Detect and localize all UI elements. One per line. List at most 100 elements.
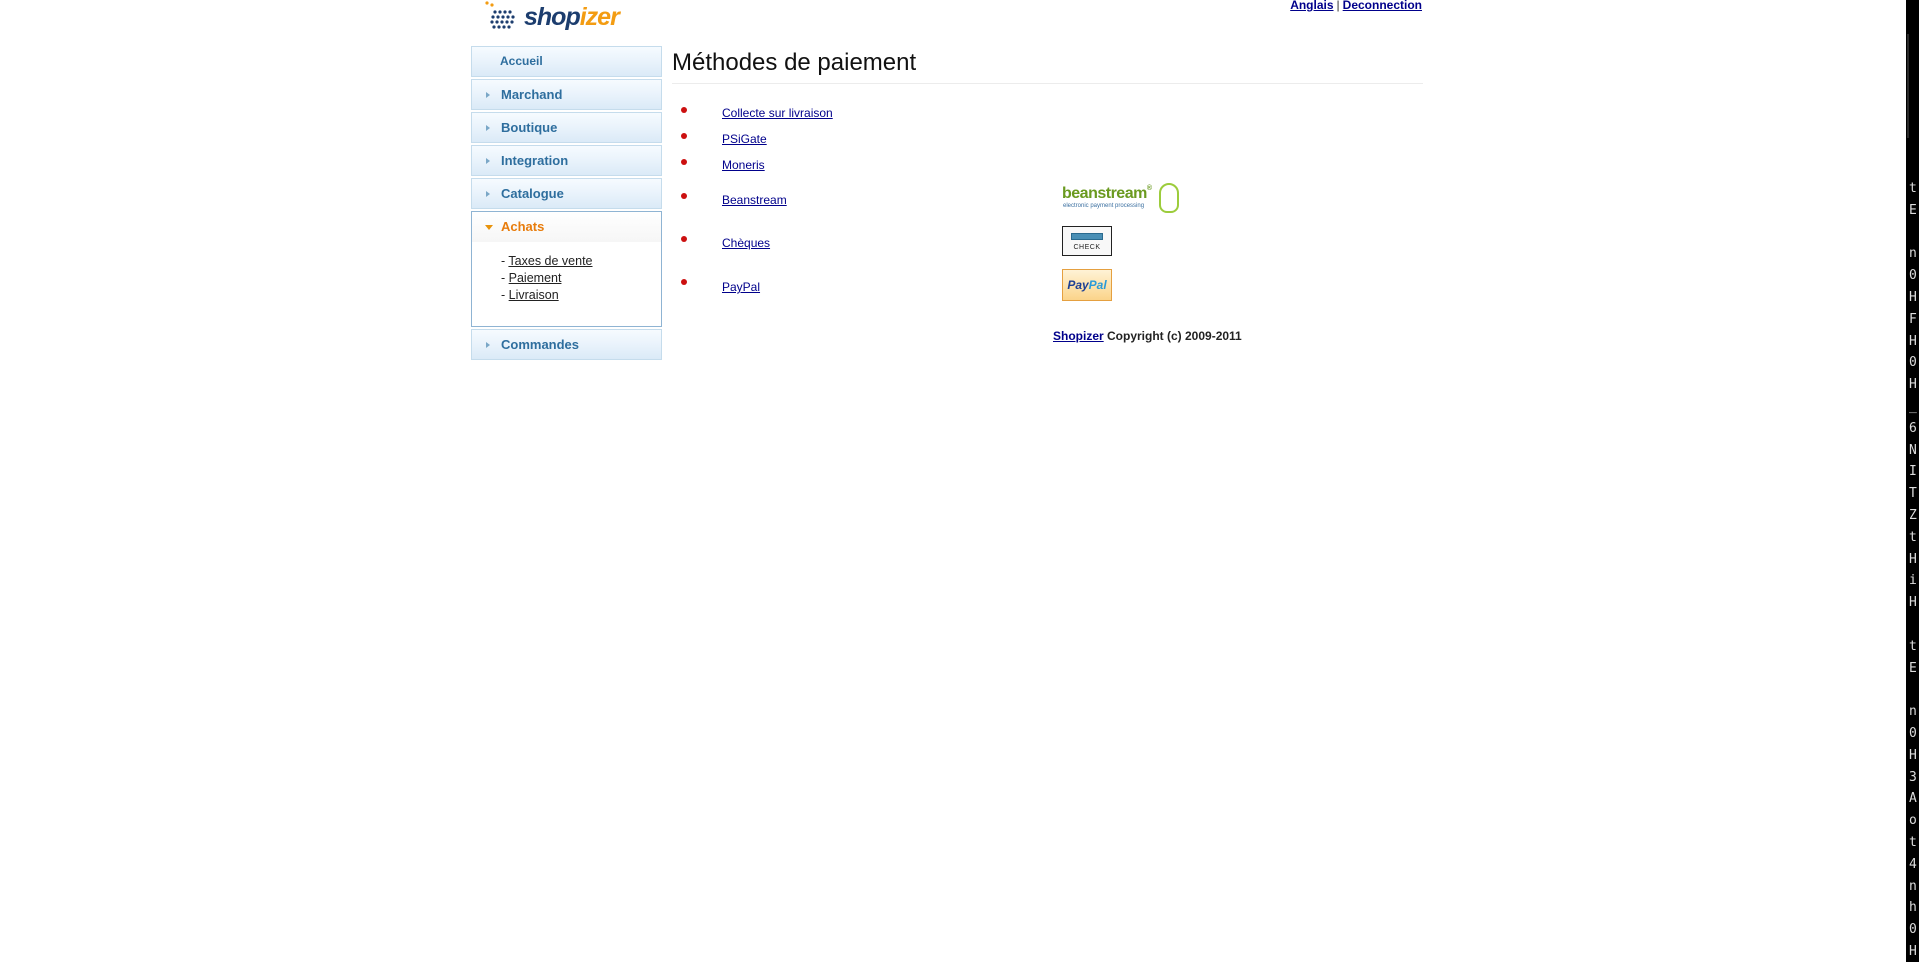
payment-method-link[interactable]: Beanstream (722, 193, 787, 207)
language-link[interactable]: Anglais (1290, 0, 1333, 12)
beanstream-logo-word: beanstream® (1062, 185, 1152, 202)
terminal-char: 0 (1909, 725, 1917, 741)
terminal-scrollbar[interactable] (1907, 34, 1909, 138)
top-links: Anglais | Deconnection (1280, 0, 1422, 14)
terminal-char: H (1909, 943, 1917, 959)
check-logo: CHECK (1062, 226, 1112, 256)
logo-suffix: izer (579, 3, 620, 31)
terminal-strip: t En 0 H F H 0 H _ 6 N I T Zt Hi Ht En 0 H 3 Ao t 4 n h 0 H (1906, 0, 1919, 962)
logo-prefix: shop (524, 3, 581, 31)
sidebar-item-boutique[interactable]: Boutique (471, 112, 662, 143)
terminal-char: E (1909, 202, 1917, 218)
payment-method-link[interactable]: Collecte sur livraison (722, 106, 833, 120)
terminal-char: I (1909, 464, 1917, 480)
terminal-char: Z (1909, 507, 1917, 523)
terminal-char: 0 (1909, 922, 1917, 938)
submenu-item: - Paiement (501, 270, 661, 287)
terminal-char: A (1909, 791, 1917, 807)
submenu-dash: - (501, 271, 509, 285)
footer-copyright-text: Copyright (c) 2009-2011 (1103, 329, 1242, 343)
terminal-char: H (1909, 289, 1917, 305)
sidebar-item-catalogue[interactable]: Catalogue (471, 178, 662, 209)
top-links-separator: | (1336, 0, 1340, 12)
sidebar-item-commandes[interactable]: Commandes (471, 329, 662, 360)
terminal-char (1909, 222, 1919, 244)
submenu-link-taxes[interactable]: Taxes de vente (508, 254, 592, 268)
check-logo-text: CHECK (1073, 244, 1101, 251)
payment-method-row: Beanstream beanstream® electronic paymen… (672, 183, 1423, 215)
terminal-char: N (1909, 442, 1917, 458)
terminal-char: H (1909, 595, 1917, 611)
sidebar-item-integration[interactable]: Integration (471, 145, 662, 176)
terminal-char: 6 (1909, 420, 1917, 436)
terminal-char: i (1909, 573, 1917, 589)
bullet-icon (681, 193, 687, 199)
chevron-right-icon (486, 342, 490, 348)
check-logo-bar (1071, 233, 1103, 240)
terminal-char: 0 (1909, 355, 1917, 371)
payment-method-link[interactable]: PSiGate (722, 132, 767, 146)
payment-method-link[interactable]: Chèques (722, 236, 770, 250)
terminal-char: n (1909, 704, 1917, 720)
bullet-icon (681, 107, 687, 113)
terminal-char: n (1909, 246, 1917, 262)
sidebar-item-label: Accueil (500, 54, 543, 68)
terminal-char: H (1909, 747, 1917, 763)
main-content: Méthodes de paiement Collecte sur livrai… (672, 46, 1423, 343)
terminal-char: h (1909, 900, 1917, 916)
submenu-dash: - (501, 288, 509, 302)
chevron-right-icon (486, 125, 490, 131)
sidebar-item-label: Marchand (501, 87, 563, 102)
terminal-char: 0 (1909, 268, 1917, 284)
terminal-char: H (1909, 377, 1917, 393)
beanstream-logo-subtitle: electronic payment processing (1063, 203, 1145, 209)
logo-dots-icon (485, 1, 515, 29)
submenu-link-paiement[interactable]: Paiement (509, 271, 562, 285)
payment-method-link[interactable]: PayPal (722, 280, 760, 294)
terminal-text: t En 0 H F H 0 H _ 6 N I T Zt Hi Ht En 0 H 3 Ao t 4 n h 0 H (1909, 178, 1919, 963)
logout-link[interactable]: Deconnection (1343, 0, 1422, 12)
terminal-char: t (1909, 181, 1917, 196)
footer-shopizer-link[interactable]: Shopizer (1053, 329, 1104, 343)
bullet-icon (681, 279, 687, 285)
sidebar-item-accueil[interactable]: Accueil (471, 46, 662, 77)
sidebar-item-label: Integration (501, 153, 569, 168)
submenu-item: - Taxes de vente (501, 253, 661, 270)
terminal-char (1909, 614, 1919, 636)
footer-copyright: Shopizer Copyright (c) 2009-2011 (1053, 329, 1242, 343)
bullet-icon (681, 236, 687, 242)
sidebar-item-achats[interactable]: Achats (471, 211, 662, 242)
sidebar-item-label: Boutique (501, 120, 558, 135)
beanstream-mascot-icon (1159, 183, 1179, 213)
page-title: Méthodes de paiement (672, 46, 1423, 84)
shopizer-logo[interactable]: shopizer (482, 0, 620, 34)
terminal-char: H (1909, 551, 1917, 567)
chevron-right-icon (486, 92, 490, 98)
payment-method-row: Chèques CHECK (672, 226, 1423, 256)
terminal-char: t (1909, 834, 1917, 850)
beanstream-logo: beanstream® electronic payment processin… (1062, 183, 1182, 215)
terminal-char: E (1909, 660, 1917, 676)
sidebar-item-label: Commandes (501, 337, 580, 352)
terminal-char: 3 (1909, 769, 1917, 785)
submenu-link-livraison[interactable]: Livraison (509, 288, 559, 302)
chevron-down-icon (485, 225, 493, 230)
terminal-char: t (1909, 638, 1917, 654)
chevron-right-icon (486, 191, 490, 197)
chevron-right-icon (486, 158, 490, 164)
terminal-char: o (1909, 813, 1917, 829)
payment-method-link[interactable]: Moneris (722, 158, 765, 172)
submenu-item: - Livraison (501, 287, 661, 304)
terminal-char: _ (1909, 398, 1917, 414)
terminal-char: F (1909, 311, 1917, 327)
terminal-char: t (1909, 529, 1917, 545)
terminal-char: T (1909, 486, 1917, 502)
sidebar-item-label: Catalogue (501, 186, 564, 201)
sidebar-item-label: Achats (501, 219, 545, 234)
terminal-char: 4 (1909, 856, 1917, 872)
sidebar-nav: Accueil Marchand Boutique Integration Ca… (471, 46, 662, 362)
logo-text: shopizer (524, 3, 620, 32)
sidebar-item-marchand[interactable]: Marchand (471, 79, 662, 110)
achats-submenu: - Taxes de vente - Paiement - Livraison (471, 242, 662, 327)
bullet-icon (681, 159, 687, 165)
